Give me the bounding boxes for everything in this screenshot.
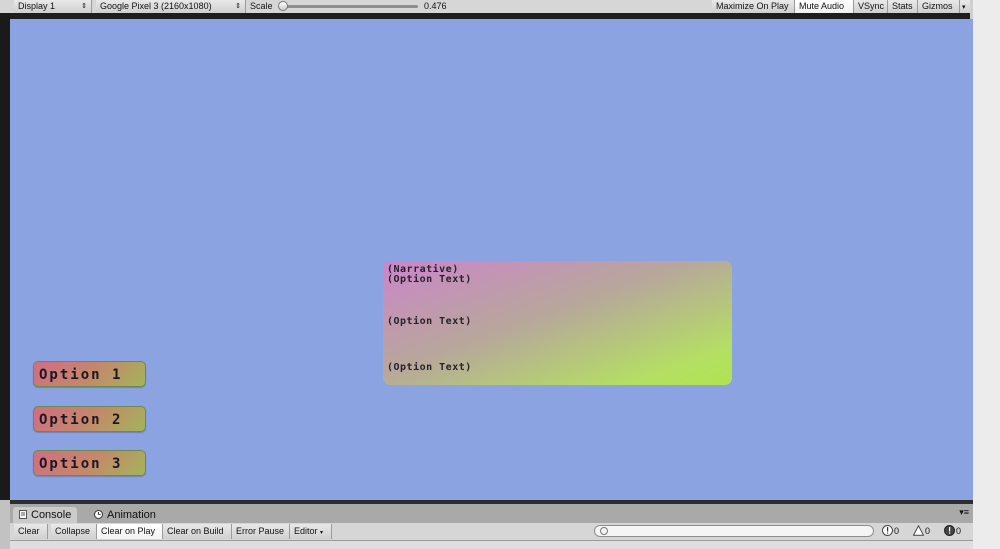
chevron-down-icon: ▾ [320, 530, 324, 536]
clock-icon [94, 510, 103, 519]
panel-menu-icon[interactable]: ▾≡ [959, 507, 969, 518]
option-2-button[interactable]: Option 2 [33, 406, 146, 432]
error-pause-label: Error Pause [236, 526, 285, 536]
error-count-toggle[interactable]: 0 [942, 524, 961, 539]
editor-label: Editor [294, 526, 318, 536]
warning-icon [913, 525, 924, 536]
game-view-border-left [0, 13, 10, 500]
panel-tab-bar: Console Animation ▾≡ [10, 504, 973, 523]
collapse-toggle[interactable]: Collapse [51, 524, 97, 539]
error-count: 0 [956, 526, 962, 536]
dialogue-panel: (Narrative) (Option Text) (Option Text) … [383, 261, 732, 385]
game-view-toolbar: Display 1 ⇕ Google Pixel 3 (2160x1080) ⇕… [0, 0, 973, 14]
maximize-on-play-toggle[interactable]: Maximize On Play [712, 0, 795, 13]
console-log-area[interactable] [10, 541, 973, 549]
console-search-input[interactable] [594, 525, 874, 537]
option-text: (Option Text) [387, 316, 472, 327]
clear-label: Clear [18, 526, 40, 536]
dropdown-arrow-icon: ⇕ [235, 3, 241, 10]
dropdown-arrow-icon: ⇕ [81, 3, 87, 10]
display-label: Display 1 [18, 1, 56, 11]
collapse-label: Collapse [55, 526, 91, 536]
warning-count-toggle[interactable]: 0 [911, 524, 930, 539]
clear-button[interactable]: Clear [14, 524, 48, 539]
option-text: (Option Text) [387, 274, 472, 285]
option-1-button[interactable]: Option 1 [33, 361, 146, 387]
stats-toggle[interactable]: Stats [888, 0, 918, 13]
game-view[interactable]: (Narrative) (Option Text) (Option Text) … [10, 19, 973, 500]
scale-label: Scale [250, 1, 273, 11]
tab-console[interactable]: Console [13, 507, 78, 523]
option-text: (Option Text) [387, 362, 472, 373]
option-3-label: Option 3 [39, 456, 123, 472]
editor-dropdown[interactable]: Editor ▾ [290, 524, 332, 539]
warning-count: 0 [925, 526, 931, 536]
error-icon [944, 525, 955, 536]
maximize-label: Maximize On Play [716, 1, 789, 11]
option-2-label: Option 2 [39, 412, 123, 428]
console-toolbar: Clear Collapse Clear on Play Clear on Bu… [10, 523, 973, 541]
log-count: 0 [894, 526, 900, 536]
tab-animation-label: Animation [107, 509, 156, 521]
window-gutter [973, 0, 1000, 549]
scale-slider[interactable] [284, 5, 418, 8]
info-icon [882, 525, 893, 536]
vsync-toggle[interactable]: VSync [854, 0, 888, 13]
device-label: Google Pixel 3 (2160x1080) [100, 1, 212, 11]
stats-label: Stats [892, 1, 913, 11]
scale-value: 0.476 [424, 1, 447, 11]
tab-animation[interactable]: Animation [88, 507, 162, 523]
error-pause-toggle[interactable]: Error Pause [232, 524, 290, 539]
clear-on-play-label: Clear on Play [101, 526, 156, 536]
console-icon [19, 510, 27, 519]
search-icon [600, 527, 608, 535]
device-dropdown[interactable]: Google Pixel 3 (2160x1080) ⇕ [96, 0, 246, 13]
vsync-label: VSync [858, 1, 885, 11]
chevron-down-icon: ▾ [962, 4, 966, 11]
mute-label: Mute Audio [799, 1, 845, 11]
gizmos-toggle[interactable]: Gizmos [918, 0, 960, 13]
option-3-button[interactable]: Option 3 [33, 450, 146, 476]
clear-on-build-label: Clear on Build [167, 526, 224, 536]
option-1-label: Option 1 [39, 367, 123, 383]
display-dropdown[interactable]: Display 1 ⇕ [14, 0, 92, 13]
clear-on-play-toggle[interactable]: Clear on Play [97, 524, 163, 539]
clear-on-build-toggle[interactable]: Clear on Build [163, 524, 232, 539]
mute-audio-toggle[interactable]: Mute Audio [795, 0, 854, 13]
scale-slider-knob[interactable] [278, 1, 288, 11]
log-count-toggle[interactable]: 0 [880, 524, 899, 539]
gizmos-label: Gizmos [922, 1, 953, 11]
tab-console-label: Console [31, 509, 72, 521]
